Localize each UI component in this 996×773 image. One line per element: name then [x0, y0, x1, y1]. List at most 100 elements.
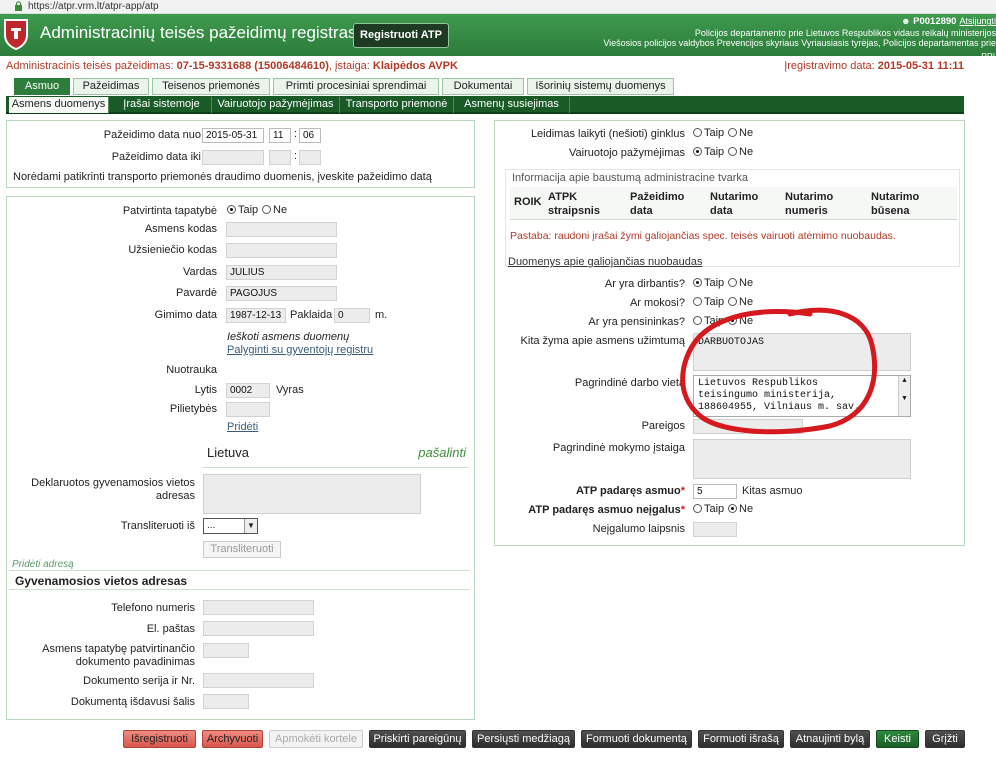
time-colon-2: :	[294, 150, 298, 162]
offender-code-input[interactable]: 5	[693, 484, 737, 499]
gender-text: Vyras	[276, 384, 304, 396]
add-address-link[interactable]: Pridėti adresą	[12, 559, 74, 570]
browser-url-bar[interactable]: https://atpr.vrm.lt/atpr-app/atp	[0, 0, 996, 14]
disabled-yes-radio[interactable]: Taip	[693, 503, 724, 515]
confirmed-yes-radio[interactable]: Taip	[227, 204, 258, 216]
citizenship-input[interactable]	[226, 402, 270, 417]
transliterate-button[interactable]: Transliteruoti	[203, 541, 281, 558]
tab-asmuo[interactable]: Asmuo	[14, 78, 70, 95]
back-button[interactable]: Grįžti	[925, 730, 965, 748]
disabled-no-radio[interactable]: Ne	[728, 503, 753, 515]
transliterate-select[interactable]: ... ▼	[203, 518, 258, 534]
case-info: Administracinis teisės pažeidimas: 07-15…	[6, 60, 458, 72]
confirmed-no-radio[interactable]: Ne	[262, 204, 287, 216]
weapon-no-radio[interactable]: Ne	[728, 127, 753, 139]
valid-penalties-link[interactable]: Duomenys apie galiojančias nuobaudas	[508, 256, 702, 268]
coat-of-arms-logo	[4, 19, 28, 50]
weapon-yes-radio[interactable]: Taip	[693, 127, 724, 139]
disabled-label: ATP padaręs asmuo neįgalus*	[515, 504, 685, 516]
lock-icon	[15, 1, 22, 11]
foreign-code-input[interactable]	[226, 243, 337, 258]
subtab-vairuotojo[interactable]: Vairuotojo pažymėjimas	[212, 97, 340, 113]
doc-number-label: Dokumento serija ir Nr.	[83, 675, 195, 687]
doc-name-input[interactable]	[203, 643, 249, 658]
reg-date-value: 2015-05-31	[877, 60, 935, 72]
hour-from-input[interactable]: 11	[269, 128, 291, 143]
license-no-radio[interactable]: Ne	[728, 146, 753, 158]
remove-country-link[interactable]: pašalinti	[418, 445, 466, 460]
compare-registry-link[interactable]: Palyginti su gyventojų registru	[227, 344, 373, 356]
working-label: Ar yra dirbantis?	[604, 278, 685, 290]
declared-address-label: Deklaruotos gyvenamosios vietos adresas	[31, 477, 195, 502]
surname-label: Pavardė	[176, 287, 217, 299]
first-name-input[interactable]: JULIUS	[226, 265, 337, 280]
assign-officer-button[interactable]: Priskirti pareigūnų	[369, 730, 466, 748]
scroll-down-icon[interactable]: ▼	[899, 394, 910, 404]
doc-country-input[interactable]	[203, 694, 249, 709]
register-atp-button[interactable]: Registruoti ATP	[353, 23, 449, 48]
date-from-input[interactable]: 2015-05-31	[202, 128, 264, 143]
school-textarea[interactable]	[693, 439, 911, 479]
col-ruling-number: Nutarimo numeris	[785, 191, 834, 217]
surname-input[interactable]: PAGOJUS	[226, 286, 337, 301]
scrollbar[interactable]: ▲ ▼	[898, 376, 910, 416]
personal-code-input[interactable]	[226, 222, 337, 237]
hour-to-input[interactable]	[269, 150, 291, 165]
institution-label: , įstaiga:	[328, 60, 370, 72]
required-star: *	[680, 485, 685, 497]
logout-link[interactable]: Atsijungti	[959, 16, 996, 26]
org-line-2: Viešosios policijos valdybos Prevencijos…	[603, 38, 996, 48]
error-input[interactable]: 0	[334, 308, 370, 323]
generate-document-button[interactable]: Formuoti dokumentą	[581, 730, 692, 748]
date-to-label: Pažeidimo data iki	[111, 151, 201, 163]
address-section-title: Gyvenamosios vietos adresas	[15, 574, 188, 588]
email-input[interactable]	[203, 621, 314, 636]
subtab-asmens-duomenys[interactable]: Asmens duomenys	[9, 97, 109, 113]
citizenship-label: Pilietybės	[169, 403, 217, 415]
date-to-input[interactable]	[202, 150, 264, 165]
disability-degree-input[interactable]	[693, 522, 737, 537]
confirmed-yes-label: Taip	[238, 204, 259, 216]
tab-teisenos[interactable]: Teisenos priemonės	[152, 78, 270, 95]
subtab-irasai[interactable]: Įrašai sistemoje	[112, 97, 212, 113]
license-yes-radio[interactable]: Taip	[693, 146, 724, 158]
tab-pazeidimas[interactable]: Pažeidimas	[73, 78, 149, 95]
add-citizenship-link[interactable]: Pridėti	[227, 421, 258, 433]
update-case-button[interactable]: Atnaujinti bylą	[790, 730, 870, 748]
working-no-radio[interactable]: Ne	[728, 277, 753, 289]
org-line-1: Policijos departamento prie Lietuvos Res…	[694, 27, 996, 38]
punishment-table-header: ROIK ATPK straipsnis Pažeidimo data Nuta…	[510, 187, 957, 220]
archive-button[interactable]: Archyvuoti	[202, 730, 263, 748]
edit-button[interactable]: Keisti	[876, 730, 919, 748]
gender-code-input[interactable]: 0002	[226, 383, 270, 398]
tab-isoriniu[interactable]: Išorinių sistemų duomenys	[527, 78, 674, 95]
photo-label: Nuotrauka	[166, 364, 217, 376]
pay-card-button[interactable]: Apmokėti kortele	[269, 730, 363, 748]
birth-date-input[interactable]: 1987-12-13	[226, 308, 286, 323]
years-unit: m.	[375, 309, 388, 321]
subtab-susiejimas[interactable]: Asmenų susiejimas	[454, 97, 570, 113]
min-from-input[interactable]: 06	[299, 128, 321, 143]
transliterate-value: ...	[207, 520, 216, 531]
declared-address-textarea[interactable]	[203, 474, 421, 514]
tab-sprendimai[interactable]: Primti procesiniai sprendimai	[273, 78, 439, 95]
working-yes-radio[interactable]: Taip	[693, 277, 724, 289]
tab-dokumentai[interactable]: Dokumentai	[442, 78, 524, 95]
transliterate-label: Transliteruoti iš	[120, 520, 195, 532]
registration-date: Įregistravimo data: 2015-05-31 11:11	[784, 60, 964, 72]
edge-text: RRI	[981, 52, 995, 61]
forward-material-button[interactable]: Persiųsti medžiagą	[472, 730, 575, 748]
offender-label: ATP padaręs asmuo*	[515, 485, 685, 497]
phone-input[interactable]	[203, 600, 314, 615]
generate-extract-button[interactable]: Formuoti išrašą	[698, 730, 784, 748]
disabled-yes-label: Taip	[704, 503, 725, 515]
subtab-transporto[interactable]: Transporto priemonė	[340, 97, 454, 113]
scroll-up-icon[interactable]: ▲	[899, 376, 910, 386]
country-row: Lietuva pašalinti	[203, 438, 468, 468]
min-to-input[interactable]	[299, 150, 321, 165]
unregister-button[interactable]: Išregistruoti	[123, 730, 196, 748]
reg-date-label: Įregistravimo data:	[784, 60, 875, 72]
doc-number-input[interactable]	[203, 673, 314, 688]
phone-label: Telefono numeris	[111, 602, 195, 614]
required-star: *	[680, 504, 685, 516]
